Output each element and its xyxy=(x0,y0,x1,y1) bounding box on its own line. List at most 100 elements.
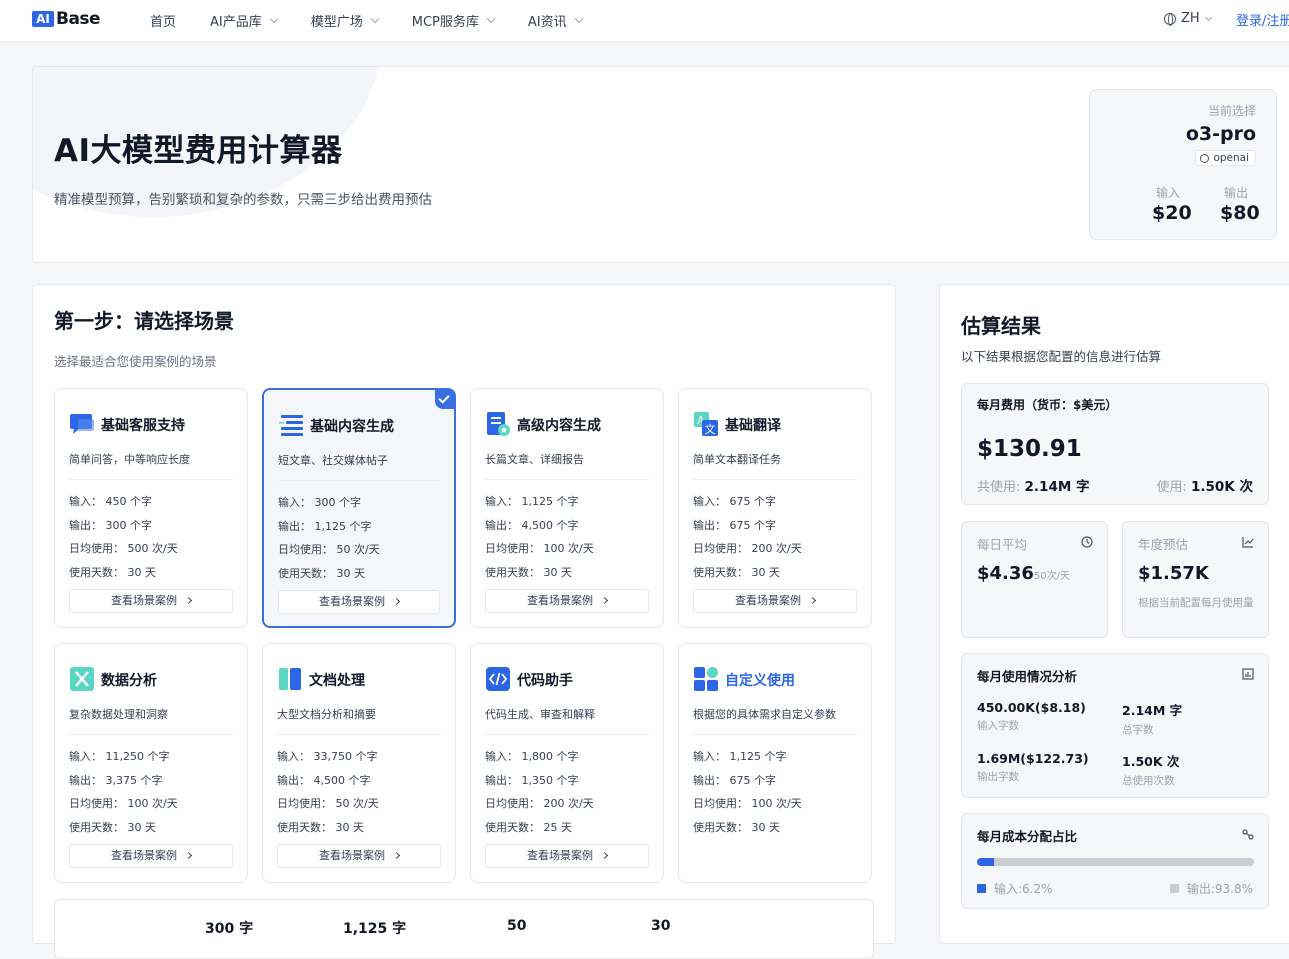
scenario-stat-input: 输入： 675 个字 xyxy=(693,495,776,508)
scenario-card[interactable]: 代码助手 代码生成、审查和解释 输入： 1,800 个字 输出： 1,350 个字 日均… xyxy=(470,643,664,883)
scenario-stat-output: 输出： 1,125 个字 xyxy=(278,520,372,533)
scenario-card[interactable]: 高级内容生成 长篇文章、详细报告 输入： 1,125 个字 输出： 4,500 个字日… xyxy=(470,388,664,628)
nav-model-square[interactable]: 模型广场 xyxy=(311,11,380,30)
cost-ratio-bar xyxy=(977,858,1254,866)
input-share-fill xyxy=(977,858,995,866)
language-selector[interactable]: ZH xyxy=(1164,11,1212,26)
scenario-title: 高级内容生成 xyxy=(517,418,601,434)
divider xyxy=(485,734,649,735)
config-summary: 300 字 1,125 字 50 30 xyxy=(54,899,874,959)
language-label: ZH xyxy=(1181,11,1200,26)
input-price: $20 xyxy=(1152,202,1192,224)
scenario-stat-days: 使用天数： 30 天 xyxy=(693,821,780,834)
results-panel: 估算结果 以下结果根据您配置的信息进行估算 每月费用（货币：$美元） $130.… xyxy=(939,284,1289,944)
chevron-right-icon xyxy=(808,596,817,605)
logo-mark: AI xyxy=(32,11,54,27)
scenario-stat-days: 使用天数： 30 天 xyxy=(277,821,364,834)
yearly-estimate-card: 年度预估 $1.57K 根据当前配置每月使用量 xyxy=(1122,521,1269,638)
lines-icon xyxy=(278,412,304,438)
view-examples-button[interactable]: 查看场景案例 xyxy=(69,589,233,613)
scenario-stat-days: 使用天数： 30 天 xyxy=(485,566,572,579)
grid-icon xyxy=(693,666,719,692)
clock-icon xyxy=(1081,536,1093,548)
scenario-stat-daily: 日均使用： 100 次/天 xyxy=(693,797,802,810)
scenario-stat-days: 使用天数： 30 天 xyxy=(278,567,365,580)
scenario-stat-input: 输入： 300 个字 xyxy=(278,496,361,509)
view-examples-button[interactable]: 查看场景案例 xyxy=(485,844,649,868)
translate-icon: A文 xyxy=(693,411,719,437)
step-one-panel: 第一步：请选择场景 选择最适合您使用案例的场景 基础客服支持 简单问答，中等响应长… xyxy=(32,284,896,959)
model-name: o3-pro xyxy=(1185,123,1256,145)
input-legend: 输入:6.2% xyxy=(977,880,1053,897)
monthly-cost-label: 每月费用（货币：$美元） xyxy=(977,398,1118,412)
spreadsheet-icon xyxy=(69,666,95,692)
hero-section: AI大模型费用计算器 精准模型预算，告别繁琐和复杂的参数，只需三步给出费用预估 … xyxy=(32,66,1289,263)
scenario-stat-daily: 日均使用： 200 次/天 xyxy=(485,797,594,810)
scenario-stat-daily: 日均使用： 100 次/天 xyxy=(69,797,178,810)
cost-ratio-card: 每月成本分配占比 输入:6.2% 输出:93.8% xyxy=(961,813,1269,909)
scenario-stat-output: 输出： 3,375 个字 xyxy=(69,774,163,787)
scenario-stat-output: 输出： 4,500 个字 xyxy=(277,774,371,787)
usage-analysis-title: 每月使用情况分析 xyxy=(977,669,1078,684)
summary-input: 300 字 xyxy=(205,921,254,937)
nav-ai-news[interactable]: AI资讯 xyxy=(528,11,583,30)
usage-count: 使用: 1.50K 次 xyxy=(1156,479,1253,495)
scenario-stat-days: 使用天数： 30 天 xyxy=(69,566,156,579)
scenario-description: 简单问答，中等响应长度 xyxy=(69,453,190,466)
scenario-description: 代码生成、审查和解释 xyxy=(485,708,595,721)
current-model-card[interactable]: 当前选择 o3-pro openai 输入 $20 输出 $80 xyxy=(1089,89,1277,240)
scenario-card[interactable]: 文档处理 大型文档分析和摘要 输入： 33,750 个字 输出： 4,500 个字 日均… xyxy=(262,643,456,883)
nav-home[interactable]: 首页 xyxy=(150,11,176,30)
scenario-description: 简单文本翻译任务 xyxy=(693,453,781,466)
monthly-cost-card: 每月费用（货币：$美元） $130.91 共使用: 2.14M 字 使用: 1.… xyxy=(961,383,1269,505)
page-title: AI大模型费用计算器 xyxy=(54,133,343,169)
scenario-card[interactable]: A 文基础翻译 简单文本翻译任务 输入： 675 个字 输出： 675 个字 日均使用： … xyxy=(678,388,872,628)
chevron-right-icon xyxy=(600,851,609,860)
scenario-card[interactable]: 数据分析 复杂数据处理和洞察 输入： 11,250 个字 输出： 3,375 个字 日均… xyxy=(54,643,248,883)
scenario-stat-input: 输入： 450 个字 xyxy=(69,495,152,508)
divider xyxy=(69,734,233,735)
scenario-stat-output: 输出： 675 个字 xyxy=(693,774,776,787)
scenario-stat-input: 输入： 1,125 个字 xyxy=(693,750,787,763)
usage-analysis-card: 每月使用情况分析 450.00K($8.18) 输入字数 2.14M 字总字数 1… xyxy=(961,653,1269,798)
yearly-estimate-label: 年度预估 xyxy=(1138,537,1189,552)
logo-text: Base xyxy=(56,9,101,29)
step-description: 选择最适合您使用案例的场景 xyxy=(54,354,217,369)
document-star-icon xyxy=(485,411,511,437)
scenario-title: 代码助手 xyxy=(517,673,573,689)
login-link[interactable]: 登录/注册 xyxy=(1236,10,1289,29)
monthly-cost-value: $130.91 xyxy=(977,436,1082,462)
scenario-stat-days: 使用天数： 30 天 xyxy=(69,821,156,834)
scenario-card[interactable]: 基础内容生成 短文章、社交媒体帖子 输入： 300 个字 输出： 1,125 个字 日均… xyxy=(262,388,456,628)
nav-mcp-services[interactable]: MCP服务库 xyxy=(412,11,496,30)
chevron-down-icon xyxy=(1204,13,1212,21)
view-examples-button[interactable]: 查看场景案例 xyxy=(485,589,649,613)
scenario-stat-input: 输入： 1,125 个字 xyxy=(485,495,579,508)
summary-output: 1,125 字 xyxy=(343,921,407,937)
chevron-down-icon xyxy=(269,14,278,24)
chevron-right-icon xyxy=(184,851,193,860)
output-legend: 输出:93.8% xyxy=(1169,880,1253,897)
view-examples-button[interactable]: 查看场景案例 xyxy=(277,844,441,868)
book-icon xyxy=(277,666,303,692)
logo[interactable]: AI Base xyxy=(32,9,101,29)
scenario-card[interactable]: 基础客服支持 简单问答，中等响应长度 输入： 450 个字 输出： 300 个字 日均使… xyxy=(54,388,248,628)
chat-icon xyxy=(69,411,95,437)
view-examples-button[interactable]: 查看场景案例 xyxy=(693,589,857,613)
chevron-down-icon xyxy=(370,14,380,24)
page-subtitle: 精准模型预算，告别繁琐和复杂的参数，只需三步给出费用预估 xyxy=(54,192,432,208)
input-price-label: 输入 xyxy=(1156,186,1181,200)
total-usage: 共使用: 2.14M 字 xyxy=(977,479,1090,495)
scenario-title: 文档处理 xyxy=(309,673,365,689)
bar-chart-icon xyxy=(1242,668,1254,680)
analysis-input: 450.00K($8.18) 输入字数 xyxy=(977,700,1086,732)
scenario-stat-output: 输出： 4,500 个字 xyxy=(485,519,579,532)
scenario-card[interactable]: 自定义使用 根据您的具体需求自定义参数 输入： 1,125 个字 输出： 675 个字… xyxy=(678,643,872,883)
scenario-description: 短文章、社交媒体帖子 xyxy=(278,454,388,467)
scenario-stat-output: 输出： 300 个字 xyxy=(69,519,152,532)
input-legend-swatch xyxy=(977,884,986,893)
nav-ai-products[interactable]: AI产品库 xyxy=(210,11,278,30)
view-examples-button[interactable]: 查看场景案例 xyxy=(69,844,233,868)
view-examples-button[interactable]: 查看场景案例 xyxy=(278,590,440,614)
scenario-stat-output: 输出： 675 个字 xyxy=(693,519,776,532)
